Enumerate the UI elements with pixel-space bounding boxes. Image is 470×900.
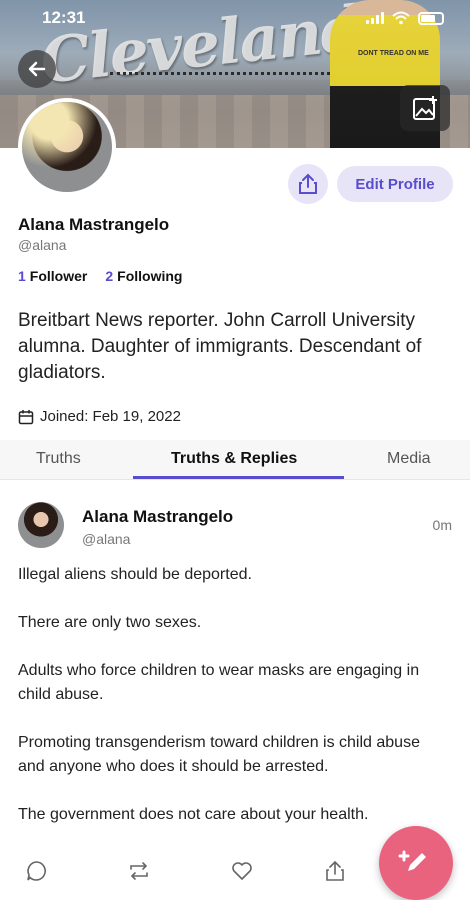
- post-author-handle: @alana: [82, 531, 131, 547]
- back-button[interactable]: [18, 50, 56, 88]
- signal-icon: [366, 12, 384, 24]
- follow-stats: 1 Follower 2 Following: [18, 268, 182, 284]
- profile-tabs: Truths Truths & Replies Media: [0, 440, 470, 480]
- status-bar: 12:31: [0, 8, 470, 30]
- profile-bio: Breitbart News reporter. John Carroll Un…: [18, 310, 422, 383]
- repost-icon: [130, 862, 148, 880]
- shirt-text: DONT TREAD ON ME: [358, 50, 429, 57]
- post-avatar[interactable]: [18, 502, 64, 548]
- post-timestamp: 0m: [432, 517, 452, 533]
- post-author-name[interactable]: Alana Mastrangelo: [82, 507, 233, 527]
- profile-name: Alana Mastrangelo: [18, 215, 170, 234]
- post-paragraph: The government does not care about your …: [18, 806, 369, 823]
- following-count: 2: [105, 268, 114, 284]
- image-add-icon: [413, 96, 437, 120]
- post-paragraph: Promoting transgenderism toward children…: [18, 734, 420, 775]
- share-profile-button[interactable]: [288, 164, 328, 204]
- like-button[interactable]: [229, 858, 255, 884]
- tab-media[interactable]: Media: [387, 450, 431, 468]
- edit-profile-button[interactable]: Edit Profile: [337, 166, 453, 202]
- share-icon: [299, 173, 317, 194]
- compose-button[interactable]: [379, 826, 453, 900]
- active-tab-indicator: [133, 476, 344, 479]
- followers-label: Follower: [29, 268, 88, 284]
- profile-avatar[interactable]: [18, 98, 116, 196]
- edit-banner-button[interactable]: [400, 85, 450, 131]
- wifi-icon: [392, 11, 410, 25]
- status-indicators: [366, 11, 444, 25]
- status-time: 12:31: [42, 8, 86, 27]
- heart-icon: [232, 862, 252, 880]
- reply-button[interactable]: [24, 858, 50, 884]
- followers-link[interactable]: 1 Follower: [18, 268, 87, 284]
- chain-fence: [110, 72, 360, 78]
- post-share-button[interactable]: [322, 858, 348, 884]
- following-link[interactable]: 2 Following: [105, 268, 182, 284]
- comment-icon: [27, 861, 46, 881]
- profile-handle: @alana: [18, 237, 67, 253]
- tab-truths[interactable]: Truths: [36, 450, 81, 468]
- post-paragraph: Adults who force children to wear masks …: [18, 662, 420, 703]
- following-label: Following: [117, 268, 183, 284]
- retruth-button[interactable]: [126, 858, 152, 884]
- followers-count: 1: [18, 268, 26, 284]
- calendar-icon: [18, 409, 34, 424]
- arrow-left-icon: [28, 61, 46, 77]
- post-paragraph: Illegal aliens should be deported.: [18, 566, 252, 583]
- post-paragraph: There are only two sexes.: [18, 614, 202, 631]
- share-icon: [326, 860, 344, 881]
- battery-icon: [418, 11, 444, 25]
- tab-truths-replies[interactable]: Truths & Replies: [171, 450, 297, 468]
- post-body[interactable]: Illegal aliens should be deported. There…: [18, 563, 448, 851]
- joined-text: Joined: Feb 19, 2022: [40, 408, 181, 425]
- joined-date: Joined: Feb 19, 2022: [18, 408, 181, 425]
- compose-icon: [398, 850, 426, 871]
